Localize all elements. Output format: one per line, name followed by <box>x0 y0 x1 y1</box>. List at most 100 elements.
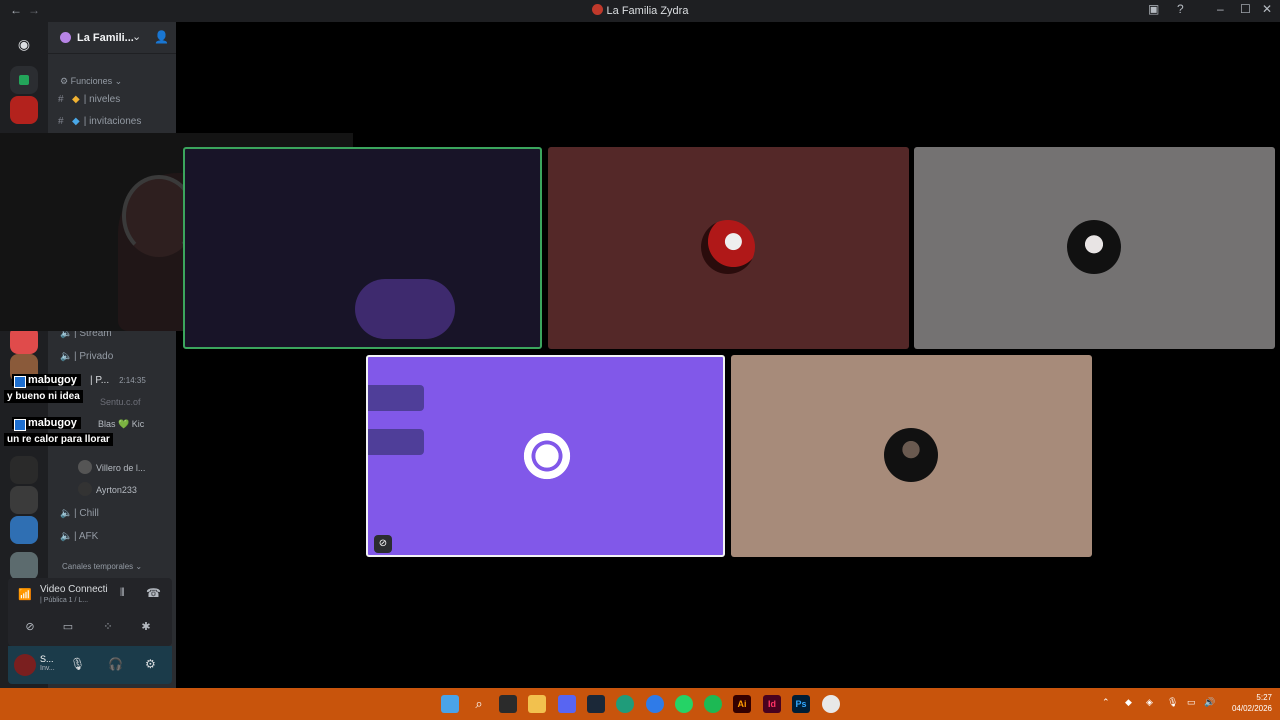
hash-icon: # <box>58 116 64 127</box>
channel-invitaciones[interactable]: # ◆ | invitaciones <box>58 116 141 127</box>
clock-time: 5:27 <box>1256 693 1272 702</box>
voice-user[interactable]: Ayrton233 <box>78 482 137 496</box>
voice-user[interactable]: Villero de l... <box>78 460 145 474</box>
edge-icon[interactable] <box>616 695 634 713</box>
disconnect-icon[interactable]: ☎ <box>146 586 161 600</box>
voice-status[interactable]: Video Connecti <box>40 584 108 595</box>
folder-icon[interactable] <box>528 695 546 713</box>
channel-label: | Privado <box>74 351 114 362</box>
channel-privado[interactable]: 🔈 | Privado <box>60 351 113 362</box>
headphones-icon[interactable]: 🎧 <box>108 657 123 671</box>
voice-user-name: Ayrton233 <box>96 485 137 495</box>
steam-icon[interactable] <box>587 695 605 713</box>
hash-icon: # <box>58 94 64 105</box>
close-icon[interactable]: ✕ <box>1262 2 1272 16</box>
maximize-icon[interactable]: ☐ <box>1240 2 1251 16</box>
avatar <box>78 460 92 474</box>
spotify-icon[interactable] <box>704 695 722 713</box>
tile-overlay-bar <box>368 385 424 411</box>
chat-text: un re calor para llorar <box>4 433 113 446</box>
server-icon-8[interactable] <box>10 552 38 580</box>
avatar <box>78 482 92 496</box>
channel-label: | invitaciones <box>83 116 142 127</box>
voice-user-partial[interactable]: Sentu.c.of <box>100 397 141 407</box>
tile-overlay-bar <box>368 429 424 455</box>
camera-feed <box>355 279 455 339</box>
category-funciones[interactable]: ⚙ Funciones ⌄ <box>60 76 122 87</box>
volume-icon[interactable]: 🔊 <box>1204 697 1215 708</box>
help-icon[interactable]: ? <box>1177 2 1184 16</box>
search-icon[interactable]: ⌕ <box>470 695 488 713</box>
call-timer: 2:14:35 <box>119 376 146 385</box>
minimize-icon[interactable]: – <box>1217 2 1224 16</box>
speaker-icon: 🔈 <box>60 351 73 362</box>
photoshop-icon[interactable]: Ps <box>792 695 810 713</box>
voice-user-name: Villero de l... <box>96 463 146 473</box>
add-member-icon[interactable]: 👤 <box>154 30 169 44</box>
inbox-icon[interactable]: ▣ <box>1148 2 1159 16</box>
server-icon-7[interactable] <box>10 516 38 544</box>
windows-icon[interactable] <box>441 695 459 713</box>
server-icon-5[interactable] <box>10 456 38 484</box>
user-panel: S... Inv... 🎙 🎧 ⚙ <box>8 646 172 684</box>
window-title-text: La Familia Zydra <box>606 5 689 17</box>
channel-afk[interactable]: 🔈 | AFK <box>60 531 98 542</box>
gear-icon[interactable]: ⚙ <box>145 657 156 671</box>
user-name[interactable]: S... <box>40 654 54 664</box>
chevron-down-icon: ⌄ <box>132 31 142 43</box>
video-tile-bot[interactable]: ⊘ <box>366 355 725 557</box>
tray-app-icon[interactable]: ◆ <box>1125 697 1132 708</box>
voice-user-partial[interactable]: Blas 💚 Kic <box>98 419 144 430</box>
tray-expand-icon[interactable]: ⌃ <box>1102 697 1110 708</box>
channel-niveles[interactable]: # ◆ | niveles <box>58 94 120 105</box>
category-temporales[interactable]: Canales temporales ⌄ <box>62 562 142 571</box>
server-icon-6[interactable] <box>10 486 38 514</box>
diamond-icon: ◆ <box>72 116 80 127</box>
badge-icon: ◆ <box>72 94 80 105</box>
channel-chill[interactable]: 🔈 | Chill <box>60 508 99 519</box>
speaker-icon: 🔈 <box>60 508 73 519</box>
video-tile-speaking[interactable] <box>183 147 542 349</box>
terminal-icon[interactable] <box>499 695 517 713</box>
guild-header[interactable]: La Famili... ⌄ 👤 <box>48 22 176 54</box>
app-icon[interactable] <box>646 695 664 713</box>
soundboard-icon[interactable]: ✱ <box>132 616 160 638</box>
camera-off-icon[interactable]: ⊘ <box>16 616 44 638</box>
screen-share-icon[interactable]: ▭ <box>54 616 82 638</box>
noise-suppression-icon[interactable]: ⫴ <box>120 587 125 600</box>
speaker-icon: 🔈 <box>60 531 73 542</box>
taskbar: ⌕ Ai Id Ps ⌃ ◆ ◈ 🎙 ▭ 🔊 5:27 04/02/2026 <box>0 688 1280 720</box>
shield-icon[interactable]: ◈ <box>1146 697 1153 708</box>
voice-user-name: Blas 💚 Kic <box>98 419 145 429</box>
channel-active[interactable]: | P... 2:14:35 <box>90 375 146 386</box>
clock[interactable]: 5:27 04/02/2026 <box>1226 692 1272 714</box>
chrome-icon[interactable] <box>822 695 840 713</box>
channel-label: | AFK <box>74 531 99 542</box>
video-tile[interactable] <box>548 147 909 349</box>
avatar <box>701 220 755 274</box>
chat-username: mabugoy <box>12 374 81 388</box>
user-status: Inv... <box>40 665 55 672</box>
microphone-icon[interactable]: 🎙 <box>1167 697 1178 708</box>
clock-date: 04/02/2026 <box>1231 704 1272 713</box>
signal-icon[interactable]: 📶 <box>18 588 32 601</box>
whatsapp-icon[interactable] <box>675 695 693 713</box>
video-tile[interactable] <box>914 147 1275 349</box>
camera-off-icon: ⊘ <box>374 535 392 553</box>
avatar[interactable] <box>14 654 36 676</box>
illustrator-icon[interactable]: Ai <box>733 695 751 713</box>
avatar <box>1067 220 1121 274</box>
discord-home-icon[interactable]: ◉ <box>10 30 38 58</box>
video-tile[interactable] <box>731 355 1092 557</box>
server-icon-2[interactable] <box>10 96 38 124</box>
channel-label: | Chill <box>74 508 99 519</box>
activities-icon[interactable]: ⁘ <box>94 616 122 638</box>
discord-icon[interactable] <box>558 695 576 713</box>
network-icon[interactable]: ▭ <box>1187 697 1196 708</box>
indesign-icon[interactable]: Id <box>763 695 781 713</box>
microphone-icon[interactable]: 🎙 <box>70 657 85 671</box>
server-icon-1[interactable] <box>10 66 38 94</box>
chat-text: y bueno ni idea <box>4 390 83 403</box>
avatar <box>884 428 938 482</box>
voice-channel-sub[interactable]: | Pública 1 / L... <box>40 597 88 604</box>
